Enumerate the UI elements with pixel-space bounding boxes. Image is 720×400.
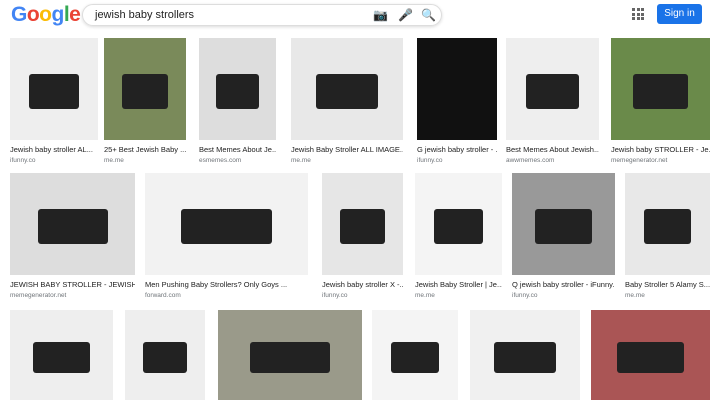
grill-image bbox=[643, 208, 692, 245]
search-icon[interactable]: 🔍 bbox=[421, 8, 436, 22]
result-source: ifunny.co bbox=[10, 157, 36, 164]
image-result[interactable]: Men Pushing Baby Strollers? Only Goys ..… bbox=[145, 173, 308, 299]
grill-image bbox=[339, 208, 386, 245]
result-thumbnail[interactable] bbox=[417, 38, 497, 140]
result-title[interactable]: Jewish baby stroller AL... bbox=[10, 145, 98, 154]
result-source: me.me bbox=[104, 157, 124, 164]
result-thumbnail[interactable] bbox=[512, 173, 615, 275]
grill-image bbox=[434, 208, 483, 245]
image-result[interactable] bbox=[125, 310, 205, 400]
result-title[interactable]: Men Pushing Baby Strollers? Only Goys ..… bbox=[145, 280, 308, 289]
grill-image bbox=[180, 208, 273, 245]
result-source: ifunny.co bbox=[512, 292, 538, 299]
result-thumbnail[interactable] bbox=[10, 310, 113, 400]
grill-image bbox=[29, 73, 79, 110]
result-title[interactable]: Jewish Baby Stroller | Je... bbox=[415, 280, 502, 289]
camera-icon[interactable]: 📷 bbox=[373, 8, 388, 22]
result-thumbnail[interactable] bbox=[104, 38, 186, 140]
sign-in-button[interactable]: Sign in bbox=[657, 4, 702, 24]
header: Google jewish baby strollers 📷 🎤 🔍 Sign … bbox=[0, 0, 720, 32]
image-result[interactable]: Q jewish baby stroller - iFunny... ifunny… bbox=[512, 173, 615, 299]
result-source: me.me bbox=[415, 292, 435, 299]
image-result[interactable]: Jewish Baby Stroller | Je... me.me bbox=[415, 173, 502, 299]
result-title[interactable]: Best Memes About Je... bbox=[199, 145, 276, 154]
grill-image bbox=[215, 73, 260, 110]
image-result[interactable]: Baby Stroller 5 Alamy S... me.me bbox=[625, 173, 710, 299]
mic-icon[interactable]: 🎤 bbox=[398, 8, 413, 22]
result-title[interactable]: Baby Stroller 5 Alamy S... bbox=[625, 280, 710, 289]
result-thumbnail[interactable] bbox=[10, 38, 98, 140]
image-result[interactable]: Jewish baby STROLLER - Je... memegenerato… bbox=[611, 38, 710, 164]
result-title[interactable]: Q jewish baby stroller - iFunny... bbox=[512, 280, 615, 289]
result-source: me.me bbox=[625, 292, 645, 299]
image-result[interactable]: Jewish baby stroller AL... ifunny.co bbox=[10, 38, 98, 164]
apps-grid-icon[interactable] bbox=[632, 8, 644, 20]
result-source: memegenerator.net bbox=[611, 157, 668, 164]
result-thumbnail[interactable] bbox=[125, 310, 205, 400]
grill-image bbox=[122, 73, 168, 110]
result-thumbnail[interactable] bbox=[199, 38, 276, 140]
result-thumbnail[interactable] bbox=[372, 310, 458, 400]
grill-image bbox=[142, 341, 188, 373]
result-thumbnail[interactable] bbox=[10, 173, 135, 275]
result-thumbnail[interactable] bbox=[506, 38, 599, 140]
result-title[interactable]: Jewish baby stroller X -... bbox=[322, 280, 403, 289]
result-thumbnail[interactable] bbox=[591, 310, 710, 400]
result-title[interactable]: Best Memes About Jewish... bbox=[506, 145, 599, 154]
image-result[interactable]: Best Memes About Jewish... awwmemes.com bbox=[506, 38, 599, 164]
result-thumbnail[interactable] bbox=[415, 173, 502, 275]
result-source: me.me bbox=[291, 157, 311, 164]
image-result[interactable]: G jewish baby stroller - ... ifunny.co bbox=[417, 38, 497, 164]
grill-image bbox=[632, 73, 689, 110]
grill-image bbox=[526, 73, 579, 110]
grill-image bbox=[249, 341, 331, 373]
image-result[interactable] bbox=[591, 310, 710, 400]
result-thumbnail[interactable] bbox=[218, 310, 362, 400]
result-source: ifunny.co bbox=[417, 157, 443, 164]
search-box[interactable]: jewish baby strollers 📷 🎤 🔍 bbox=[82, 4, 442, 26]
grill-image bbox=[494, 341, 556, 373]
result-thumbnail[interactable] bbox=[291, 38, 403, 140]
image-result[interactable]: Best Memes About Je... esmemes.com bbox=[199, 38, 276, 164]
image-result[interactable] bbox=[10, 310, 113, 400]
result-thumbnail[interactable] bbox=[470, 310, 580, 400]
result-title[interactable]: 25+ Best Jewish Baby ... bbox=[104, 145, 186, 154]
grill-image bbox=[534, 208, 593, 245]
grill-image bbox=[32, 341, 91, 373]
google-logo[interactable]: Google bbox=[11, 3, 81, 27]
grill-image bbox=[617, 341, 684, 373]
result-title[interactable]: Jewish baby STROLLER - Je... bbox=[611, 145, 710, 154]
result-source: memegenerator.net bbox=[10, 292, 67, 299]
result-thumbnail[interactable] bbox=[625, 173, 710, 275]
image-result[interactable]: Jewish baby stroller X -... ifunny.co bbox=[322, 173, 403, 299]
grill-image bbox=[315, 73, 379, 110]
result-source: awwmemes.com bbox=[506, 157, 555, 164]
image-result[interactable] bbox=[470, 310, 580, 400]
image-result[interactable]: JEWISH BABY STROLLER - JEWISH ... memegen… bbox=[10, 173, 135, 299]
result-thumbnail[interactable] bbox=[611, 38, 710, 140]
search-input[interactable]: jewish baby strollers bbox=[95, 9, 194, 21]
grill-image bbox=[390, 341, 440, 373]
result-thumbnail[interactable] bbox=[322, 173, 403, 275]
result-source: esmemes.com bbox=[199, 157, 242, 164]
image-result[interactable] bbox=[218, 310, 362, 400]
result-title[interactable]: Jewish Baby Stroller ALL IMAGE... bbox=[291, 145, 403, 154]
result-thumbnail[interactable] bbox=[145, 173, 308, 275]
grill-image bbox=[37, 208, 108, 245]
image-result[interactable]: Jewish Baby Stroller ALL IMAGE... me.me bbox=[291, 38, 403, 164]
result-source: ifunny.co bbox=[322, 292, 348, 299]
image-result[interactable] bbox=[372, 310, 458, 400]
image-result[interactable]: 25+ Best Jewish Baby ... me.me bbox=[104, 38, 186, 164]
result-title[interactable]: G jewish baby stroller - ... bbox=[417, 145, 497, 154]
result-title[interactable]: JEWISH BABY STROLLER - JEWISH ... bbox=[10, 280, 135, 289]
result-source: forward.com bbox=[145, 292, 181, 299]
